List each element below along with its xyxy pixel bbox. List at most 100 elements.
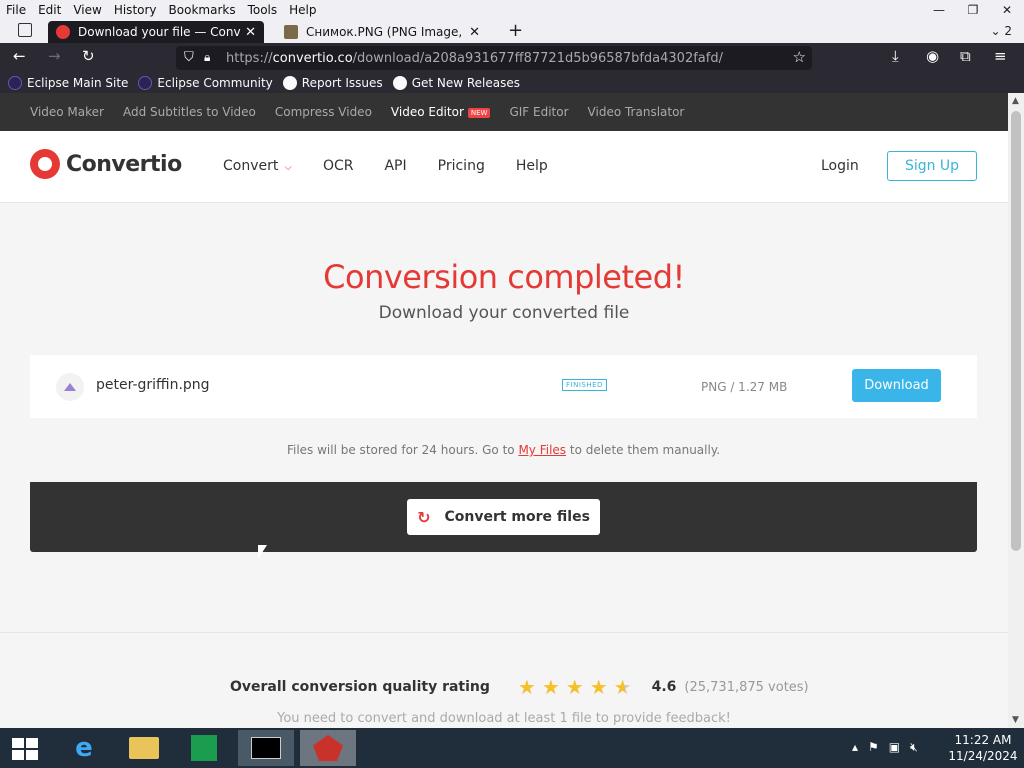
clock-time: 11:22 AM: [954, 733, 1012, 747]
subnav-compress-video[interactable]: Compress Video: [275, 105, 372, 119]
tools-subnav: Video Maker Add Subtitles to Video Compr…: [0, 93, 1008, 131]
folder-icon: [129, 737, 159, 759]
tray-expand-icon[interactable]: ▴: [852, 740, 858, 755]
sign-up-button[interactable]: Sign Up: [887, 151, 977, 181]
login-link[interactable]: Login: [821, 158, 859, 174]
bookmark-label: Eclipse Community: [157, 75, 273, 90]
menu-history[interactable]: History: [108, 3, 163, 17]
reload-icon[interactable]: ↻: [82, 47, 95, 65]
file-row: peter-griffin.png FINISHED PNG / 1.27 MB…: [30, 355, 977, 418]
section-divider: [0, 632, 1008, 633]
subnav-video-editor[interactable]: Video Editor NEW: [391, 105, 491, 119]
file-name: peter-griffin.png: [96, 377, 210, 393]
tab-png-image[interactable]: Снимок.PNG (PNG Image, 1026 ✕: [276, 21, 488, 43]
network-icon[interactable]: ▣: [889, 740, 900, 755]
tab-title: Download your file — Convertio: [78, 25, 241, 39]
subnav-video-maker[interactable]: Video Maker: [30, 105, 104, 119]
scroll-down-icon[interactable]: ▼: [1012, 715, 1019, 725]
account-icon[interactable]: ◉: [926, 47, 939, 65]
eclipse-icon: [8, 75, 22, 90]
bookmark-star-icon[interactable]: ☆: [793, 48, 806, 66]
tab-bar: Download your file — Convertio ✕ Снимок.…: [0, 20, 1024, 43]
url-bar[interactable]: ⛉ 🔒︎ https://convertio.co/download/a208a…: [176, 46, 812, 70]
bookmark-report-issues[interactable]: Report Issues: [282, 75, 383, 90]
quality-rating: Overall conversion quality rating ★ ★ ★ …: [230, 675, 809, 699]
downloads-icon[interactable]: ⤓: [892, 47, 899, 65]
volume-muted-icon[interactable]: 🔇︎: [910, 740, 918, 755]
menu-file[interactable]: File: [0, 3, 32, 17]
tab-count-badge[interactable]: ⌄ 2: [990, 24, 1012, 38]
command-prompt-icon: [251, 737, 281, 759]
convertio-favicon-icon: [56, 25, 70, 39]
window-controls: — ❐ ✕: [922, 0, 1024, 20]
new-tab-button[interactable]: +: [508, 20, 523, 42]
flag-icon[interactable]: ⚑: [868, 740, 879, 755]
nav-ocr[interactable]: OCR: [323, 158, 354, 174]
lock-icon[interactable]: 🔒︎: [204, 50, 210, 65]
url-path: /download/a208a931677ff87721d5b96587bfda…: [352, 50, 723, 66]
back-arrow-icon[interactable]: ←: [13, 47, 26, 65]
nav-convert[interactable]: Convert ⌵: [223, 158, 292, 174]
taskbar-store[interactable]: [176, 730, 232, 766]
store-icon: [191, 735, 217, 761]
list-all-tabs-icon[interactable]: [18, 23, 32, 37]
extensions-icon[interactable]: ⧉: [960, 47, 971, 65]
page-title: Conversion completed!: [323, 258, 685, 296]
menu-edit[interactable]: Edit: [32, 3, 67, 17]
storage-note: Files will be stored for 24 hours. Go to…: [30, 418, 977, 482]
half-star-icon: ★: [613, 675, 632, 699]
url-prefix: https://: [226, 50, 273, 66]
scroll-up-icon[interactable]: ▲: [1012, 96, 1019, 106]
close-tab-icon[interactable]: ✕: [245, 25, 256, 40]
minimize-button[interactable]: —: [922, 0, 956, 20]
star-icon: ★: [565, 675, 584, 699]
bookmark-label: Get New Releases: [411, 75, 521, 90]
taskbar-command-prompt[interactable]: [238, 730, 294, 766]
star-icon: ★: [541, 675, 560, 699]
main-nav: Convert ⌵ OCR API Pricing Help: [223, 158, 579, 174]
forward-arrow-icon[interactable]: →: [48, 47, 61, 65]
page-scrollbar[interactable]: ▲ ▼: [1008, 93, 1024, 728]
windows-taskbar: e ▴ ⚑ ▣ 🔇︎ 11:22 AM 11/24/2024: [0, 728, 1024, 768]
subnav-video-translator[interactable]: Video Translator: [588, 105, 685, 119]
image-favicon-icon: [284, 25, 298, 39]
menu-help[interactable]: Help: [283, 3, 322, 17]
menu-bar: File Edit View History Bookmarks Tools H…: [0, 0, 1024, 20]
bookmark-eclipse-community[interactable]: Eclipse Community: [138, 75, 273, 90]
menu-view[interactable]: View: [67, 3, 107, 17]
windows-start-icon[interactable]: [12, 738, 38, 760]
convertio-logo[interactable]: Convertio: [30, 149, 182, 179]
close-window-button[interactable]: ✕: [990, 0, 1024, 20]
taskbar-firefox[interactable]: [300, 730, 356, 766]
restore-button[interactable]: ❐: [956, 0, 990, 20]
convert-more-files-button[interactable]: ↻ Convert more files: [407, 499, 600, 535]
taskbar-file-explorer[interactable]: [116, 730, 172, 766]
my-files-link[interactable]: My Files: [518, 443, 566, 457]
bookmark-get-new-releases[interactable]: Get New Releases: [392, 75, 521, 90]
download-button[interactable]: Download: [852, 369, 941, 402]
nav-help[interactable]: Help: [516, 158, 548, 174]
subnav-add-subtitles[interactable]: Add Subtitles to Video: [123, 105, 256, 119]
menu-hamburger-icon[interactable]: ≡: [994, 47, 1007, 65]
menu-bookmarks[interactable]: Bookmarks: [163, 3, 242, 17]
shield-icon[interactable]: ⛉: [184, 50, 194, 65]
close-tab-icon[interactable]: ✕: [469, 25, 480, 40]
nav-pricing[interactable]: Pricing: [438, 158, 485, 174]
rating-score: 4.6: [651, 679, 677, 695]
clock[interactable]: 11:22 AM 11/24/2024: [948, 732, 1018, 764]
bookmark-eclipse-main[interactable]: Eclipse Main Site: [8, 75, 128, 90]
tab-convertio[interactable]: Download your file — Convertio ✕: [48, 21, 264, 43]
scrollbar-thumb[interactable]: [1011, 111, 1021, 551]
image-file-icon: [56, 373, 84, 401]
nav-api[interactable]: API: [384, 158, 406, 174]
github-icon: [282, 75, 297, 90]
status-badge: FINISHED: [562, 379, 607, 391]
taskbar-internet-explorer[interactable]: e: [56, 730, 112, 766]
file-meta: PNG / 1.27 MB: [701, 380, 788, 394]
refresh-icon: ↻: [417, 507, 431, 527]
menu-tools[interactable]: Tools: [242, 3, 284, 17]
convert-more-panel: ↻ Convert more files: [30, 482, 977, 552]
bookmarks-bar: Eclipse Main Site Eclipse Community Repo…: [0, 72, 1024, 93]
subnav-gif-editor[interactable]: GIF Editor: [509, 105, 568, 119]
bookmark-label: Report Issues: [301, 75, 383, 90]
